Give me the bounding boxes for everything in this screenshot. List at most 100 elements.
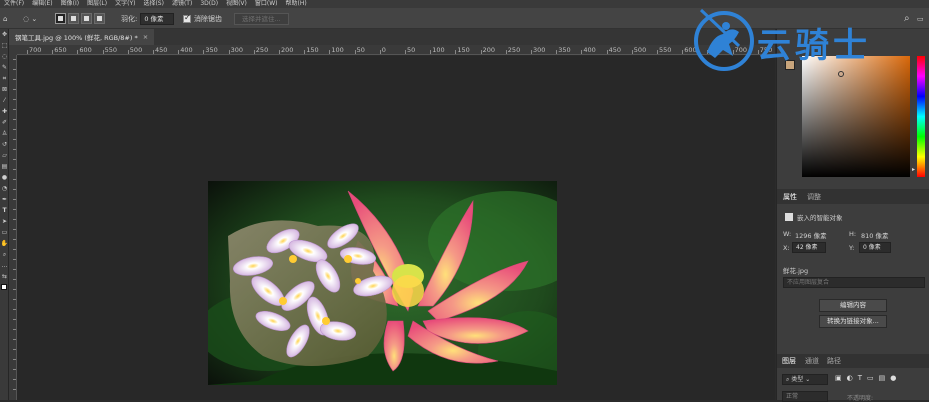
crop-tool-icon[interactable]: ⌗ [0, 73, 9, 84]
ruler-label: 500 [633, 46, 647, 54]
menu-item[interactable]: 窗口(W) [251, 0, 282, 8]
feather-input[interactable]: 0 像素 [140, 12, 175, 25]
ruler-tick [13, 349, 16, 350]
zoom-tool-icon[interactable]: ⌕ [0, 249, 9, 260]
blend-mode-select[interactable]: 正常 [782, 391, 828, 402]
ruler-label: 100 [432, 46, 445, 54]
filter-toggle-icon[interactable]: ● [890, 374, 896, 382]
ruler-tick [13, 249, 16, 250]
menu-item[interactable]: 视图(V) [222, 0, 251, 8]
y-input[interactable]: 0 像素 [859, 242, 891, 253]
adjustment-filter-icon[interactable]: ◐ [847, 374, 853, 382]
color-field[interactable] [802, 56, 910, 177]
antialias-checkbox[interactable]: 消除锯齿 [183, 12, 222, 25]
tab-adjustments[interactable]: 调整 [803, 192, 825, 202]
ruler-label: 250 [255, 46, 269, 54]
move-tool-icon[interactable]: ✥ [0, 29, 9, 40]
edit-contents-button[interactable]: 编辑内容 [819, 299, 887, 312]
tab-paths[interactable]: 路径 [823, 356, 845, 366]
ruler-tick [531, 50, 532, 54]
marquee-tool-icon[interactable]: ⬚ [0, 40, 9, 51]
pixel-filter-icon[interactable]: ▣ [835, 374, 842, 382]
lasso-tool-preset-icon[interactable]: ◌ ⌄ [23, 12, 37, 25]
gradient-tool-icon[interactable]: ▤ [0, 161, 9, 172]
menu-item[interactable]: 3D(D) [196, 0, 222, 8]
opacity-label: 不透明度: [847, 395, 874, 402]
type-filter-icon[interactable]: T [858, 374, 862, 382]
layer-filter-icons: ▣ ◐ T ▭ ▤ ● [835, 374, 896, 382]
tab-properties[interactable]: 属性 [777, 192, 803, 202]
subtract-selection-button[interactable] [81, 13, 92, 24]
smart-filter-icon[interactable]: ▤ [879, 374, 886, 382]
hand-tool-icon[interactable]: ✋ [0, 238, 9, 249]
height-value[interactable]: 810 像素 [861, 230, 888, 240]
flower-artwork [208, 181, 557, 385]
intersect-selection-button[interactable] [94, 13, 105, 24]
hue-slider[interactable] [917, 56, 925, 177]
foreground-color-swatch[interactable] [1, 284, 7, 290]
right-panel: ▸ 属性 调整 嵌入的智能对象 W: 1296 像素 H: 810 像素 X: … [776, 29, 929, 402]
healing-tool-icon[interactable]: ✚ [0, 106, 9, 117]
more-tools-icon[interactable]: … [0, 260, 9, 271]
layers-tabs: 图层 通道 路径 [777, 354, 929, 368]
ruler-tick [13, 119, 16, 120]
ruler-tick [13, 149, 16, 150]
select-and-mask-button[interactable]: 选择并遮住... [234, 12, 289, 25]
swap-colors-icon[interactable]: ⇆ [0, 271, 9, 282]
ruler-tick [13, 179, 16, 180]
close-tab-icon[interactable]: × [143, 33, 148, 41]
shape-tool-icon[interactable]: ▭ [0, 227, 9, 238]
blur-tool-icon[interactable]: ● [0, 172, 9, 183]
frame-tool-icon[interactable]: ⊠ [0, 84, 9, 95]
ruler-tick [13, 209, 16, 210]
eraser-tool-icon[interactable]: ▱ [0, 150, 9, 161]
pen-tool-icon[interactable]: ✒ [0, 194, 9, 205]
menu-item[interactable]: 帮助(H) [282, 0, 311, 8]
width-label: W: [783, 230, 792, 238]
history-brush-icon[interactable]: ↺ [0, 139, 9, 150]
ruler-tick [13, 159, 16, 160]
lasso-tool-icon[interactable]: ◌ [0, 51, 9, 62]
width-value[interactable]: 1296 像素 [795, 230, 827, 240]
ruler-label: 450 [155, 46, 168, 54]
shape-filter-icon[interactable]: ▭ [867, 374, 874, 382]
ruler-label: 500 [129, 46, 143, 54]
menu-item[interactable]: 图层(L) [83, 0, 111, 8]
horizontal-ruler: 700 650 600 550 500 450 400 350 300 250 200 150 100 5… [17, 45, 775, 55]
x-input[interactable]: 42 像素 [792, 242, 826, 253]
tab-channels[interactable]: 通道 [801, 356, 823, 366]
menu-item[interactable]: 滤镜(T) [168, 0, 196, 8]
new-selection-button[interactable] [55, 13, 66, 24]
eyedropper-tool-icon[interactable]: ⁄ [0, 95, 9, 106]
hue-slider-handle[interactable]: ▸ [912, 166, 915, 173]
ruler-tick [657, 50, 658, 54]
smart-object-row: 嵌入的智能对象 [785, 212, 843, 222]
menu-item[interactable]: 文件(F) [0, 0, 28, 8]
menu-item[interactable]: 选择(S) [139, 0, 168, 8]
document-tab[interactable]: 钢笔工具.jpg @ 100% (鲜花, RGB/8#) * × [9, 29, 155, 45]
menu-item[interactable]: 图像(I) [57, 0, 83, 8]
add-selection-button[interactable] [68, 13, 79, 24]
ruler-tick [682, 50, 684, 54]
flower-image[interactable] [208, 181, 557, 385]
tab-layers[interactable]: 图层 [777, 356, 801, 366]
home-icon[interactable]: ⌂ [3, 12, 7, 25]
height-label: H: [849, 230, 857, 238]
type-tool-icon[interactable]: T [0, 205, 9, 216]
ruler-tick [153, 50, 154, 54]
properties-tabs: 属性 调整 [777, 189, 929, 204]
brush-tool-icon[interactable]: ✐ [0, 117, 9, 128]
path-select-tool-icon[interactable]: ➤ [0, 216, 9, 227]
layer-filter-select[interactable]: ⌕ 类型 ⌄ [782, 374, 828, 385]
menu-item[interactable]: 文字(Y) [111, 0, 139, 8]
dodge-tool-icon[interactable]: ◔ [0, 183, 9, 194]
search-icon[interactable]: ⌕ [904, 12, 910, 25]
ruler-tick [13, 369, 16, 370]
stamp-tool-icon[interactable]: ♙ [0, 128, 9, 139]
workspace-icon[interactable]: ▭ [917, 12, 924, 25]
convert-linked-button[interactable]: 转换为链接对象... [819, 315, 887, 328]
selection-mode-group [55, 12, 107, 25]
menu-item[interactable]: 编辑(E) [28, 0, 56, 8]
quick-select-tool-icon[interactable]: ✎ [0, 62, 9, 73]
layer-comp-select[interactable]: 不应用图层复合 [783, 277, 925, 288]
